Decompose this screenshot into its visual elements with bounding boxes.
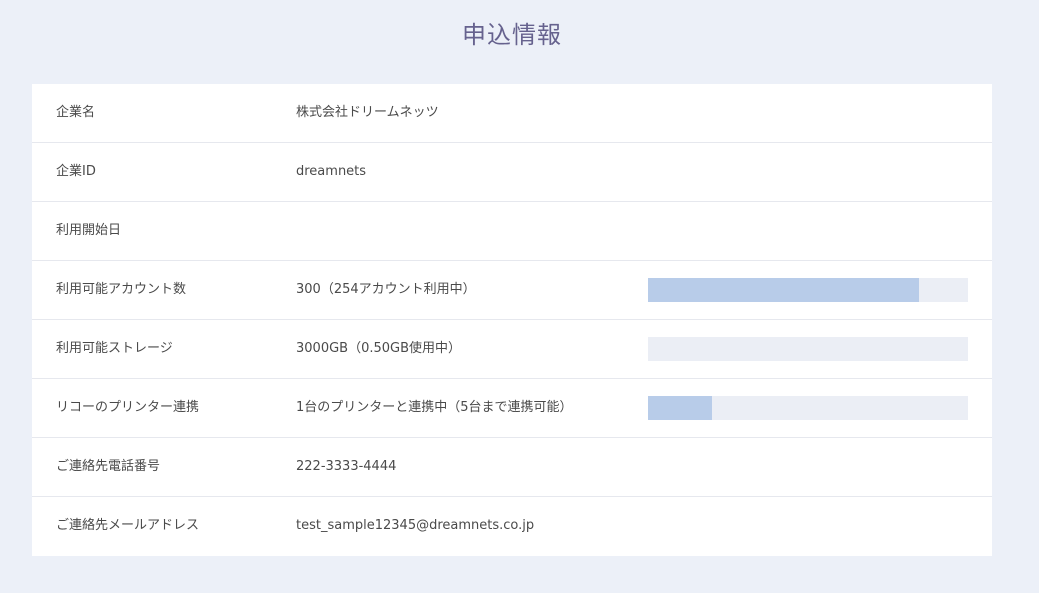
printer-link-value: 1台のプリンターと連携中（5台まで連携可能） <box>296 400 573 415</box>
storage-usage-bar <box>648 337 968 361</box>
printer-usage-bar <box>648 396 968 420</box>
accounts-usage-fill <box>648 278 919 302</box>
storage-label: 利用可能ストレージ <box>56 341 173 356</box>
company-id-value: dreamnets <box>296 164 367 179</box>
contact-phone-label: ご連絡先電話番号 <box>56 459 161 474</box>
printer-usage-fill <box>648 396 712 420</box>
printer-link-label: リコーのプリンター連携 <box>56 400 200 415</box>
storage-value: 3000GB（0.50GB使用中） <box>296 341 462 356</box>
row-storage: 利用可能ストレージ 3000GB（0.50GB使用中） <box>32 320 992 379</box>
row-accounts: 利用可能アカウント数 300（254アカウント利用中） <box>32 261 992 320</box>
company-name-label: 企業名 <box>56 105 96 120</box>
accounts-label: 利用可能アカウント数 <box>56 282 187 297</box>
row-company-name: 企業名 株式会社ドリームネッツ <box>32 84 992 143</box>
contact-email-label: ご連絡先メールアドレス <box>56 518 200 533</box>
company-id-label: 企業ID <box>56 164 96 179</box>
company-name-value: 株式会社ドリームネッツ <box>296 105 439 120</box>
row-contact-phone: ご連絡先電話番号 222-3333-4444 <box>32 438 992 497</box>
contact-email-value: test_sample12345@dreamnets.co.jp <box>296 518 535 533</box>
contact-phone-value: 222-3333-4444 <box>296 459 397 474</box>
page: 申込情報 企業名 株式会社ドリームネッツ 企業ID dreamnets 利用開始… <box>0 0 1039 593</box>
page-title: 申込情報 <box>462 21 562 49</box>
row-company-id: 企業ID dreamnets <box>32 143 992 202</box>
accounts-usage-bar <box>648 278 968 302</box>
row-start-date: 利用開始日 <box>32 202 992 261</box>
application-info-card: 企業名 株式会社ドリームネッツ 企業ID dreamnets 利用開始日 利用可… <box>32 84 992 556</box>
row-printer-link: リコーのプリンター連携 1台のプリンターと連携中（5台まで連携可能） <box>32 379 992 438</box>
start-date-label: 利用開始日 <box>56 223 122 238</box>
accounts-value: 300（254アカウント利用中） <box>296 282 476 297</box>
row-contact-email: ご連絡先メールアドレス test_sample12345@dreamnets.c… <box>32 497 992 556</box>
